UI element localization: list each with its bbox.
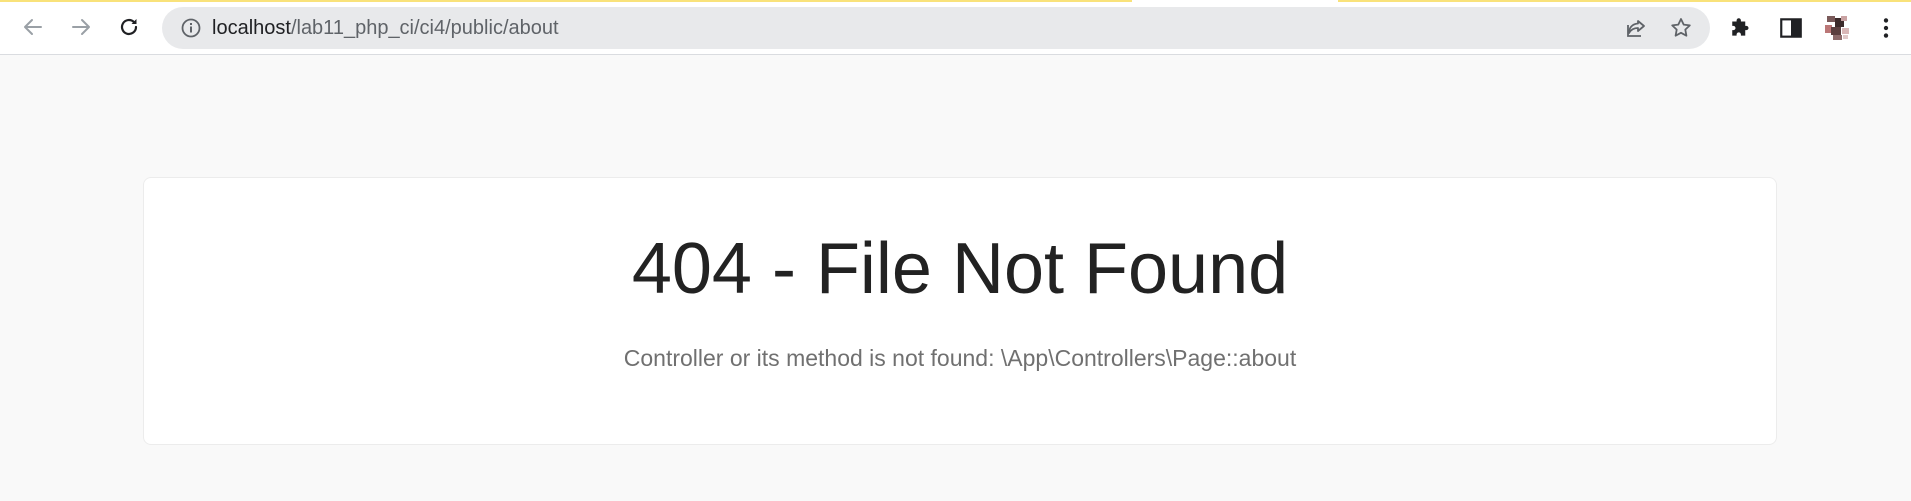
loading-bar — [0, 0, 1132, 2]
reload-icon — [120, 18, 138, 36]
address-bar[interactable]: localhost/lab11_php_ci/ci4/public/about — [162, 7, 1710, 49]
arrow-left-icon — [24, 19, 42, 35]
loading-bar — [1338, 0, 1911, 2]
back-button[interactable] — [14, 8, 52, 46]
reload-button[interactable] — [110, 8, 148, 46]
puzzle-icon[interactable] — [1729, 15, 1755, 41]
error-message: Controller or its method is not found: \… — [623, 345, 1297, 371]
url-path: /lab11_php_ci/ci4/public/about — [290, 17, 559, 39]
share-icon[interactable] — [1624, 16, 1648, 40]
kebab-menu-icon[interactable] — [1873, 15, 1899, 41]
url-host: localhost — [212, 17, 291, 39]
forward-button[interactable] — [62, 8, 100, 46]
arrow-right-icon — [72, 19, 90, 35]
side-panel-icon[interactable] — [1778, 15, 1804, 41]
url-text[interactable]: localhost/lab11_php_ci/ci4/public/about — [212, 7, 559, 49]
browser-toolbar: localhost/lab11_php_ci/ci4/public/about — [0, 0, 1911, 55]
avatar[interactable] — [1823, 13, 1853, 43]
error-card: 404 - File Not Found Controller or its m… — [143, 177, 1777, 445]
star-icon[interactable] — [1669, 16, 1693, 40]
page-title: 404 - File Not Found — [631, 229, 1289, 309]
profile-picture-icon — [1823, 13, 1853, 43]
info-icon[interactable] — [180, 17, 202, 39]
